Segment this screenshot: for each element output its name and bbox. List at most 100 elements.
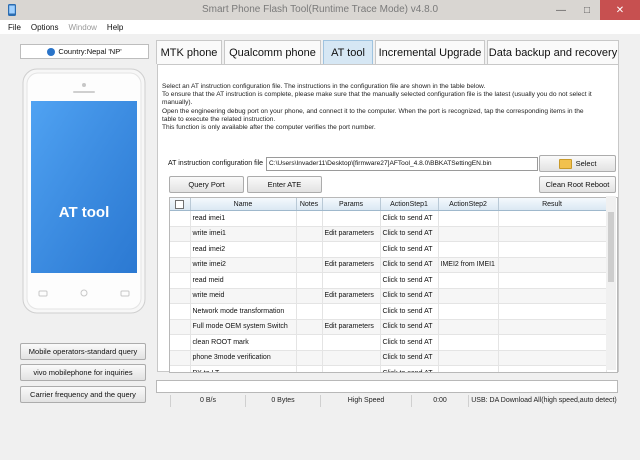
result-cell (498, 257, 607, 273)
config-file-path-input[interactable]: C:\Users\Invader11\Desktop\[firmware27]A… (266, 157, 538, 171)
enter-ate-button[interactable]: Enter ATE (247, 176, 322, 193)
action-step1-cell[interactable]: Click to send AT (380, 303, 439, 320)
menu-window[interactable]: Window (68, 23, 96, 32)
result-cell (498, 288, 607, 304)
action-step2-cell[interactable] (438, 272, 499, 289)
table-header: Name Notes Params ActionStep1 ActionStep… (170, 198, 607, 211)
query-port-button[interactable]: Query Port (169, 176, 244, 193)
maximize-button[interactable]: □ (574, 0, 600, 20)
select-all-column[interactable] (170, 198, 191, 211)
table-row[interactable]: Full mode OEM system Switch Edit paramete… (170, 319, 607, 335)
action-step2-cell[interactable] (438, 319, 499, 335)
action-step2-cell[interactable] (438, 226, 499, 242)
select-label: Select (575, 159, 597, 168)
params-cell[interactable]: Edit parameters (322, 319, 381, 335)
tab-qualcomm-phone[interactable]: Qualcomm phone (224, 40, 321, 64)
vivo-inquiries-button[interactable]: vivo mobilephone for inquiries (20, 364, 146, 381)
table-row[interactable]: write meid Edit parameters Click to send A… (170, 288, 607, 304)
table-row[interactable]: read meid Click to send AT (170, 272, 607, 289)
result-cell (498, 303, 607, 320)
params-cell[interactable] (322, 350, 381, 366)
config-file-label: AT instruction configuration file (168, 160, 264, 167)
table-row[interactable]: phone 3mode verification Click to send AT (170, 350, 607, 366)
action-step2-cell[interactable]: IMEI2 from IMEI1 (438, 257, 499, 273)
menu-bar: File Options Window Help (0, 20, 640, 34)
country-label: Country:Nepal 'NP' (58, 47, 122, 56)
params-cell[interactable] (322, 334, 381, 351)
action-step2-cell[interactable] (438, 303, 499, 320)
tab-at-tool[interactable]: AT tool (323, 40, 373, 64)
action-step2-cell[interactable] (438, 365, 499, 372)
column-header: Params (322, 198, 381, 211)
clean-root-reboot-button[interactable]: Clean Root Reboot (539, 176, 616, 193)
action-step2-cell[interactable] (438, 288, 499, 304)
params-cell[interactable] (322, 365, 381, 372)
name-cell: write imei2 (190, 257, 297, 273)
operators-standard-query-button[interactable]: Mobile operators-standard query (20, 343, 146, 360)
table-row[interactable]: clean ROOT mark Click to send AT (170, 334, 607, 351)
action-step1-cell[interactable]: Click to send AT (380, 334, 439, 351)
action-step1-cell[interactable]: Click to send AT (380, 350, 439, 366)
tab-data-backup[interactable]: Data backup and recovery (487, 40, 619, 64)
notes-cell (296, 303, 323, 320)
row-checkbox-cell[interactable] (170, 257, 191, 273)
row-checkbox-cell[interactable] (170, 210, 191, 227)
name-cell: write imei1 (190, 226, 297, 242)
row-checkbox-cell[interactable] (170, 303, 191, 320)
row-checkbox-cell[interactable] (170, 334, 191, 351)
minimize-button[interactable]: — (548, 0, 574, 20)
table-row[interactable]: read imei1 Click to send AT (170, 210, 607, 227)
action-step1-cell[interactable]: Click to send AT (380, 272, 439, 289)
action-step2-cell[interactable] (438, 210, 499, 227)
table-row[interactable]: Network mode transformation Click to send… (170, 303, 607, 320)
row-checkbox-cell[interactable] (170, 350, 191, 366)
close-button[interactable]: ✕ (600, 0, 640, 20)
action-step1-cell[interactable]: Click to send AT (380, 365, 439, 372)
notes-cell (296, 334, 323, 351)
row-checkbox-cell[interactable] (170, 241, 191, 258)
result-cell (498, 226, 607, 242)
action-step2-cell[interactable] (438, 334, 499, 351)
instruction-line: table to execute the related instruction… (162, 115, 276, 123)
table-row[interactable]: read imei2 Click to send AT (170, 241, 607, 258)
action-step1-cell[interactable]: Click to send AT (380, 288, 439, 304)
menu-file[interactable]: File (8, 23, 21, 32)
menu-options[interactable]: Options (31, 23, 59, 32)
column-header: Name (190, 198, 297, 211)
params-cell[interactable] (322, 210, 381, 227)
params-cell[interactable]: Edit parameters (322, 226, 381, 242)
tab-mtk-phone[interactable]: MTK phone (156, 40, 222, 64)
table-scrollbar[interactable] (606, 196, 616, 370)
params-cell[interactable] (322, 303, 381, 320)
notes-cell (296, 210, 323, 227)
carrier-frequency-query-button[interactable]: Carrier frequency and the query (20, 386, 146, 403)
action-step2-cell[interactable] (438, 350, 499, 366)
row-checkbox-cell[interactable] (170, 272, 191, 289)
menu-help[interactable]: Help (107, 23, 123, 32)
phone-screen-label: AT tool (58, 204, 110, 221)
params-cell[interactable] (322, 241, 381, 258)
action-step1-cell[interactable]: Click to send AT (380, 319, 439, 335)
scrollbar-thumb[interactable] (608, 212, 614, 282)
country-indicator: Country:Nepal 'NP' (20, 44, 149, 59)
table-row[interactable]: write imei2 Edit parameters Click to send … (170, 257, 607, 273)
action-step2-cell[interactable] (438, 241, 499, 258)
params-cell[interactable]: Edit parameters (322, 257, 381, 273)
params-cell[interactable] (322, 272, 381, 289)
tab-incremental-upgrade[interactable]: Incremental Upgrade (375, 40, 485, 64)
table-row[interactable]: write imei1 Edit parameters Click to send … (170, 226, 607, 242)
params-cell[interactable]: Edit parameters (322, 288, 381, 304)
row-checkbox-cell[interactable] (170, 288, 191, 304)
table-row[interactable]: PX to LT Click to send AT (170, 365, 607, 372)
action-step1-cell[interactable]: Click to send AT (380, 257, 439, 273)
row-checkbox-cell[interactable] (170, 319, 191, 335)
instructions-text: Select an AT instruction configuration f… (162, 83, 614, 132)
row-checkbox-cell[interactable] (170, 365, 191, 372)
name-cell: read meid (190, 272, 297, 289)
action-step1-cell[interactable]: Click to send AT (380, 226, 439, 242)
select-file-button[interactable]: Select (539, 155, 616, 172)
action-step1-cell[interactable]: Click to send AT (380, 241, 439, 258)
row-checkbox-cell[interactable] (170, 226, 191, 242)
select-all-checkbox[interactable] (175, 199, 185, 209)
action-step1-cell[interactable]: Click to send AT (380, 210, 439, 227)
